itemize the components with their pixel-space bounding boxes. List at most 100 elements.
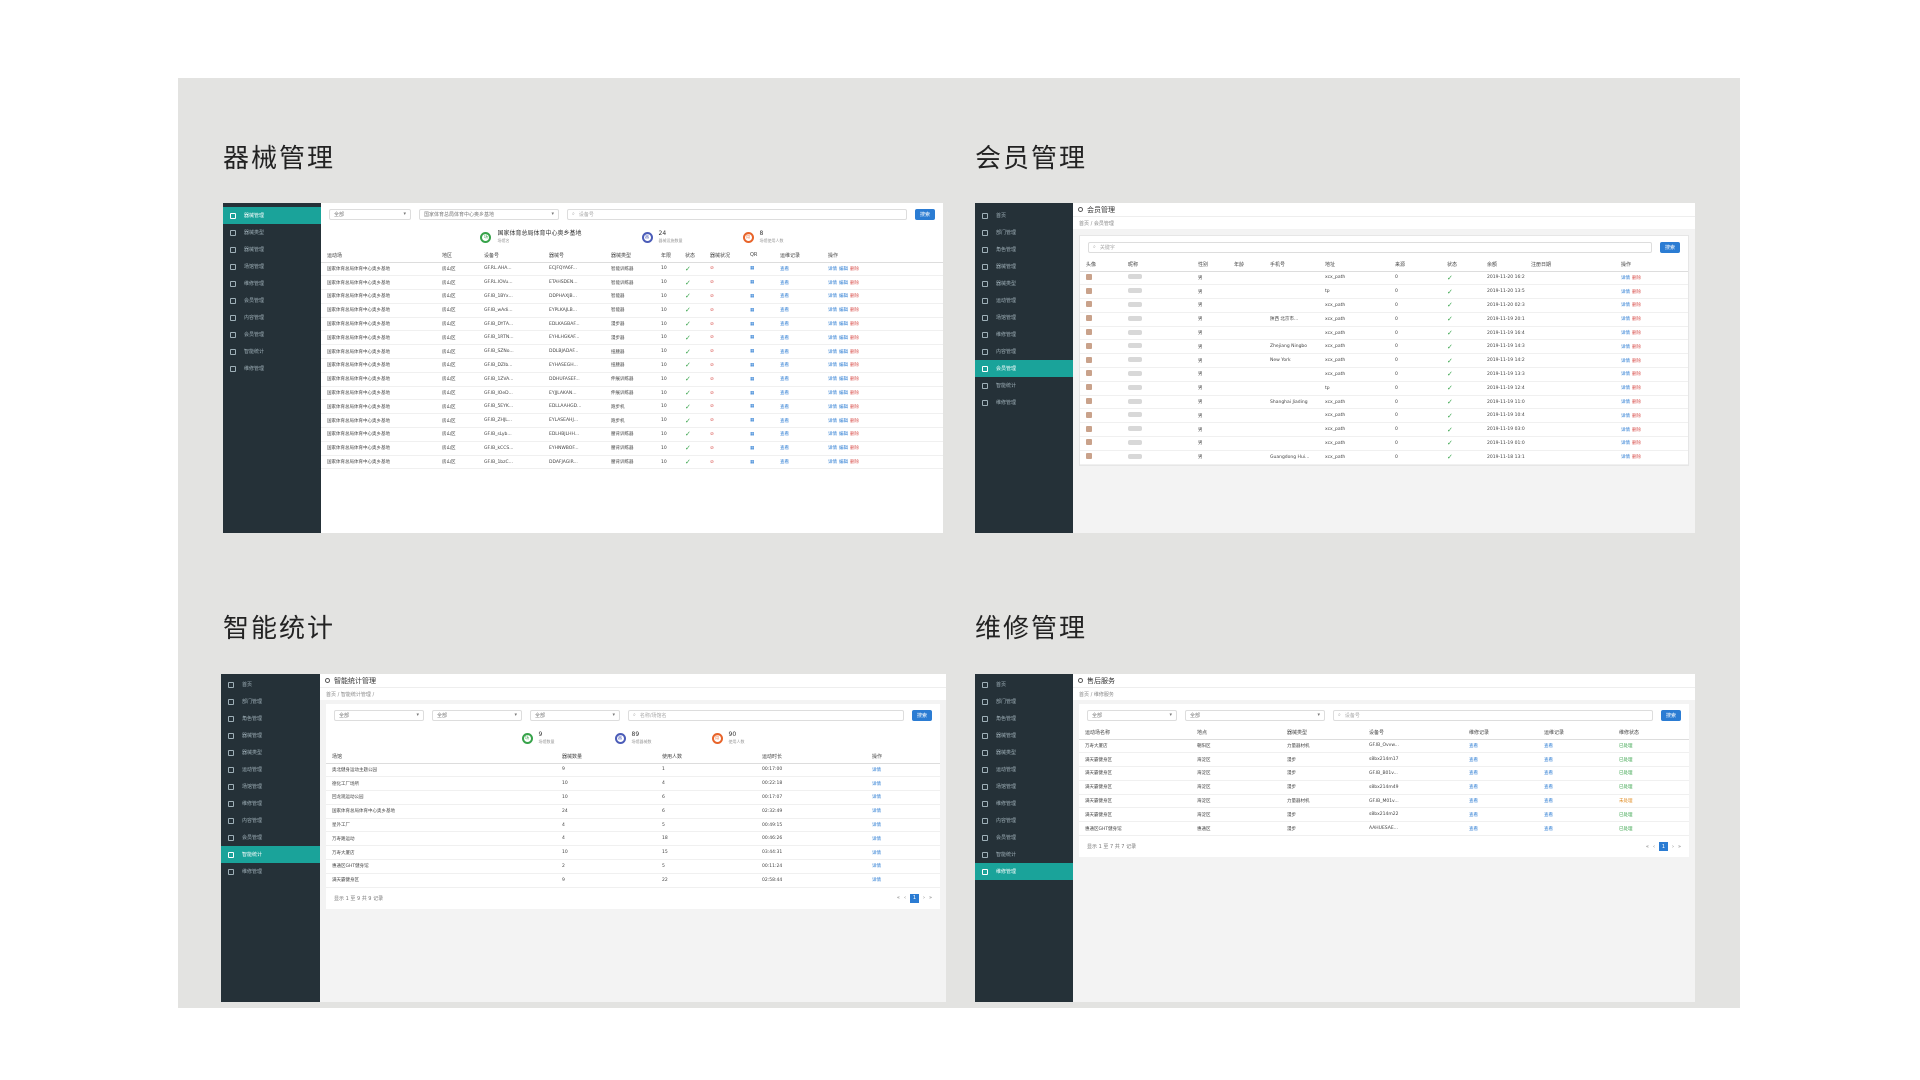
link-icon[interactable]: ⊘ — [704, 262, 744, 277]
edit-link[interactable]: 编辑 — [839, 308, 848, 313]
sidebar-item[interactable]: 场馆管理 — [975, 309, 1073, 326]
detail-link[interactable]: 详情 — [828, 419, 837, 424]
link-icon[interactable]: ⊘ — [704, 317, 744, 332]
detail-link[interactable]: 详情 — [1621, 303, 1630, 308]
edit-link[interactable]: 编辑 — [839, 363, 848, 368]
filter-select-2[interactable]: 全部 ▾ — [432, 709, 522, 721]
delete-link[interactable]: 删除 — [1632, 276, 1641, 281]
detail-link[interactable]: 详情 — [1621, 372, 1630, 377]
delete-link[interactable]: 删除 — [1632, 290, 1641, 295]
view-link[interactable]: 查看 — [774, 455, 822, 470]
edit-link[interactable]: 编辑 — [839, 281, 848, 286]
edit-link[interactable]: 编辑 — [839, 322, 848, 327]
maintenance-record-link[interactable]: 查看 — [1538, 739, 1613, 754]
detail-link[interactable]: 详情 — [828, 308, 837, 313]
sidebar-item[interactable]: 首页 — [975, 676, 1073, 693]
delete-link[interactable]: 删除 — [1632, 400, 1641, 405]
sidebar-item[interactable]: 首页 — [221, 676, 320, 693]
maintenance-record-link[interactable]: 查看 — [1538, 807, 1613, 823]
edit-link[interactable]: 编辑 — [839, 377, 848, 382]
detail-link[interactable]: 详情 — [828, 446, 837, 451]
sidebar-item[interactable]: 部门管理 — [975, 224, 1073, 241]
detail-link[interactable]: 详情 — [866, 831, 940, 847]
maintenance-record-link[interactable]: 查看 — [1538, 780, 1613, 795]
sidebar-item[interactable]: 维修管理 — [223, 360, 321, 377]
delete-link[interactable]: 删除 — [850, 405, 859, 410]
detail-link[interactable]: 详情 — [828, 267, 837, 272]
sidebar-item[interactable]: 会员管理 — [975, 360, 1073, 377]
search-button[interactable]: 搜索 — [1661, 709, 1681, 721]
sidebar-item[interactable]: 场馆管理 — [223, 258, 321, 275]
qr-code-icon[interactable]: ▦ — [744, 441, 774, 456]
edit-link[interactable]: 编辑 — [839, 336, 848, 341]
detail-link[interactable]: 详情 — [828, 322, 837, 327]
detail-link[interactable]: 详情 — [1621, 290, 1630, 295]
delete-link[interactable]: 删除 — [850, 446, 859, 451]
delete-link[interactable]: 删除 — [1632, 303, 1641, 308]
view-link[interactable]: 查看 — [774, 386, 822, 401]
delete-link[interactable]: 删除 — [1632, 386, 1641, 391]
edit-link[interactable]: 编辑 — [839, 432, 848, 437]
sidebar-item[interactable]: 角色管理 — [975, 710, 1073, 727]
repair-record-link[interactable]: 查看 — [1463, 739, 1538, 754]
detail-link[interactable]: 详情 — [828, 460, 837, 465]
detail-link[interactable]: 详情 — [1621, 400, 1630, 405]
repair-record-link[interactable]: 查看 — [1463, 794, 1538, 809]
delete-link[interactable]: 删除 — [850, 460, 859, 465]
search-input[interactable]: ⌕ 设备号 — [567, 208, 907, 220]
maintenance-record-link[interactable]: 查看 — [1538, 766, 1613, 781]
link-icon[interactable]: ⊘ — [704, 455, 744, 470]
detail-link[interactable]: 详情 — [828, 281, 837, 286]
filter-select-1[interactable]: 全部 ▾ — [334, 709, 424, 721]
first-page-icon[interactable]: « — [897, 895, 900, 901]
detail-link[interactable]: 详情 — [1621, 414, 1630, 419]
qr-code-icon[interactable]: ▦ — [744, 413, 774, 429]
delete-link[interactable]: 删除 — [850, 322, 859, 327]
link-icon[interactable]: ⊘ — [704, 330, 744, 346]
sidebar-item[interactable]: 内容管理 — [223, 309, 321, 326]
detail-link[interactable]: 详情 — [1621, 331, 1630, 336]
detail-link[interactable]: 详情 — [866, 790, 940, 805]
view-link[interactable]: 查看 — [774, 317, 822, 332]
detail-link[interactable]: 详情 — [866, 763, 940, 778]
qr-code-icon[interactable]: ▦ — [744, 386, 774, 401]
sidebar-item[interactable]: 维修管理 — [223, 275, 321, 292]
delete-link[interactable]: 删除 — [850, 281, 859, 286]
link-icon[interactable]: ⊘ — [704, 358, 744, 373]
qr-code-icon[interactable]: ▦ — [744, 455, 774, 470]
detail-link[interactable]: 详情 — [866, 845, 940, 861]
sidebar-item[interactable]: 器械类型 — [221, 744, 320, 761]
sidebar-item[interactable]: 场馆管理 — [975, 778, 1073, 795]
detail-link[interactable]: 详情 — [1621, 428, 1630, 433]
last-page-icon[interactable]: » — [1678, 844, 1681, 850]
prev-page-icon[interactable]: ‹ — [1653, 844, 1655, 850]
next-page-icon[interactable]: › — [1672, 844, 1674, 850]
view-link[interactable]: 查看 — [774, 303, 822, 318]
link-icon[interactable]: ⊘ — [704, 289, 744, 304]
sidebar-item[interactable]: 运动管理 — [221, 761, 320, 778]
detail-link[interactable]: 详情 — [828, 405, 837, 410]
edit-link[interactable]: 编辑 — [839, 391, 848, 396]
search-input[interactable]: ⌕ 关键字 — [1088, 241, 1652, 253]
view-link[interactable]: 查看 — [774, 358, 822, 373]
sidebar-item[interactable]: 维修管理 — [221, 795, 320, 812]
sidebar-item[interactable]: 维修管理 — [975, 394, 1073, 411]
edit-link[interactable]: 编辑 — [839, 446, 848, 451]
delete-link[interactable]: 删除 — [1632, 428, 1641, 433]
view-link[interactable]: 查看 — [774, 399, 822, 415]
sidebar-item[interactable]: 运动管理 — [975, 292, 1073, 309]
link-icon[interactable]: ⊘ — [704, 386, 744, 401]
detail-link[interactable]: 详情 — [1621, 359, 1630, 364]
link-icon[interactable]: ⊘ — [704, 427, 744, 442]
qr-code-icon[interactable]: ▦ — [744, 330, 774, 346]
delete-link[interactable]: 删除 — [1632, 331, 1641, 336]
qr-code-icon[interactable]: ▦ — [744, 399, 774, 415]
sidebar-item[interactable]: 部门管理 — [221, 693, 320, 710]
venue-select[interactable]: 国家体育总局体育中心奥乡基地 ▾ — [419, 208, 559, 220]
sidebar-item[interactable]: 智能统计 — [975, 846, 1073, 863]
edit-link[interactable]: 编辑 — [839, 419, 848, 424]
edit-link[interactable]: 编辑 — [839, 267, 848, 272]
filter-select-1[interactable]: 全部 ▾ — [1087, 709, 1177, 721]
sidebar-item[interactable]: 维修管理 — [221, 863, 320, 880]
page-current[interactable]: 1 — [1658, 842, 1668, 852]
